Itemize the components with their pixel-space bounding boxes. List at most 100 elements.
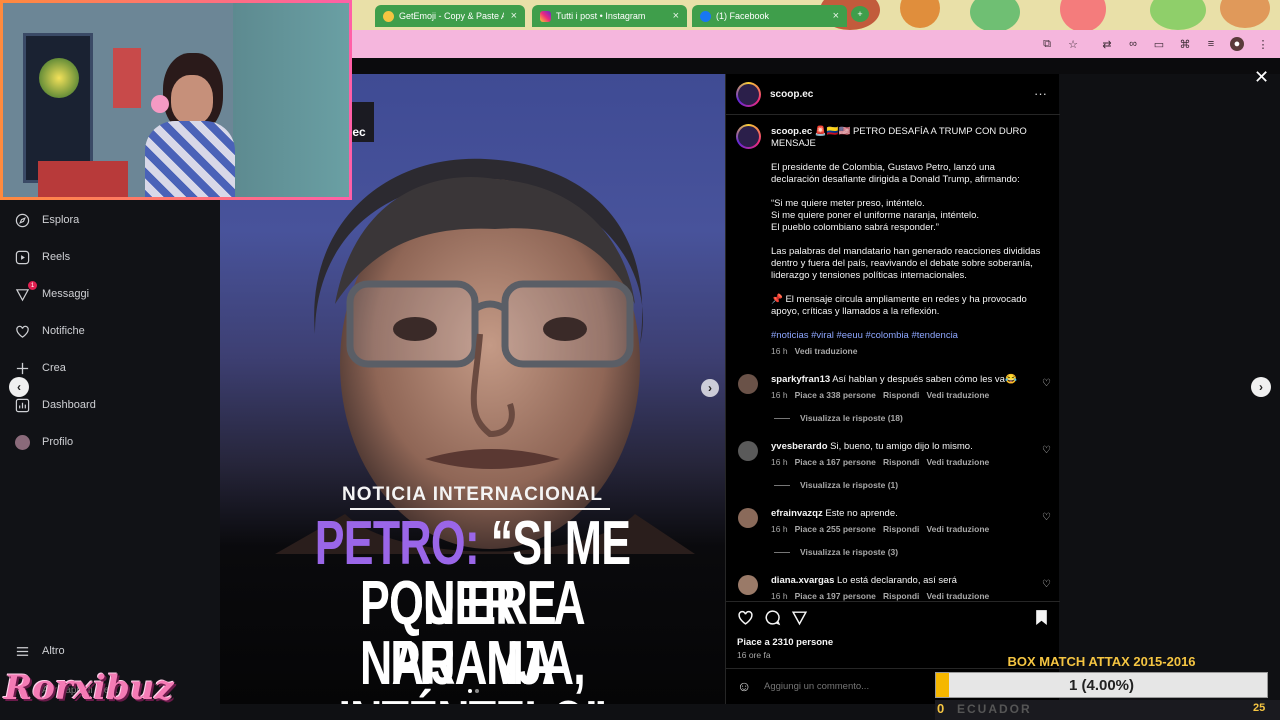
avatar[interactable] xyxy=(738,441,758,461)
list-item: diana.xvargas Lo está declarando, así se… xyxy=(736,573,1058,613)
comment-likes[interactable]: Piace a 197 persone xyxy=(795,591,876,601)
webcam-feed xyxy=(3,3,349,197)
comment-username[interactable]: diana.xvargas xyxy=(771,575,834,586)
avatar[interactable] xyxy=(738,508,758,528)
sidebar-item-crea[interactable]: Crea xyxy=(14,360,66,376)
comment-likes[interactable]: Piace a 338 persone xyxy=(795,390,876,400)
post-author-username[interactable]: scoop.ec xyxy=(770,89,813,100)
close-icon[interactable]: × xyxy=(673,10,679,22)
tab-facebook[interactable]: (1) Facebook × xyxy=(692,5,847,27)
sidebar-item-label: Esplora xyxy=(42,214,80,226)
sidebar-item-altro[interactable]: Altro xyxy=(14,643,65,659)
close-icon[interactable]: × xyxy=(511,10,517,22)
new-tab-button[interactable]: + xyxy=(851,6,869,22)
decor-shape xyxy=(1220,0,1270,28)
plus-icon xyxy=(14,360,30,376)
comment-time: 16 h xyxy=(771,390,788,400)
headline-name: PETRO: xyxy=(314,509,480,578)
close-icon[interactable]: × xyxy=(833,10,839,22)
sidebar-item-profilo[interactable]: Profilo xyxy=(14,434,73,450)
sidebar-item-esplora[interactable]: Esplora xyxy=(14,212,79,228)
reply-button[interactable]: Rispondi xyxy=(883,390,919,400)
like-heart-icon[interactable]: ♡ xyxy=(1042,512,1052,523)
menu-lines-icon xyxy=(14,643,30,659)
like-heart-icon[interactable]: ♡ xyxy=(1042,445,1052,456)
view-replies-label: Visualizza le risposte (3) xyxy=(800,547,899,557)
sidebar-item-dashboard[interactable]: Dashboard xyxy=(14,397,96,413)
facebook-icon xyxy=(700,10,711,22)
caption-username[interactable]: scoop.ec xyxy=(771,126,812,137)
heart-icon xyxy=(14,323,30,339)
prev-post-button[interactable]: ‹ xyxy=(9,377,29,397)
comment-username[interactable]: efrainvazqz xyxy=(771,508,823,519)
comments-list: sparkyfran13 Así hablan y después saben … xyxy=(736,372,1058,682)
avatar[interactable] xyxy=(736,124,761,149)
comment-username[interactable]: sparkyfran13 xyxy=(771,374,830,385)
emoji-icon xyxy=(383,10,394,22)
bookmark-star-icon[interactable]: ☆ xyxy=(1066,37,1080,51)
install-icon[interactable]: ⧉ xyxy=(1040,37,1054,51)
reply-button[interactable]: Rispondi xyxy=(883,524,919,534)
caption-paragraph: El presidente de Colombia, Gustavo Petro… xyxy=(771,162,1020,185)
see-translation-link[interactable]: Vedi traduzione xyxy=(926,457,989,467)
comment-icon[interactable] xyxy=(764,609,781,631)
reply-button[interactable]: Rispondi xyxy=(883,591,919,601)
webcam-overlay xyxy=(0,0,352,200)
ticker-bar: 0 ECUADOR 25 xyxy=(935,700,1280,720)
like-heart-icon[interactable] xyxy=(737,609,754,631)
sidebar-item-label: Messaggi xyxy=(42,288,90,300)
view-replies-button[interactable]: Visualizza le risposte (1) xyxy=(774,480,898,490)
caption-hashtags[interactable]: #noticias #viral #eeuu #colombia #tenden… xyxy=(771,330,1041,342)
comment-likes[interactable]: Piace a 255 persone xyxy=(795,524,876,534)
avatar[interactable] xyxy=(736,82,761,107)
more-options-icon[interactable]: ··· xyxy=(1034,86,1047,101)
see-translation-link[interactable]: Vedi traduzione xyxy=(926,390,989,400)
carousel-next-button[interactable]: › xyxy=(701,379,719,397)
instagram-icon xyxy=(540,10,551,22)
emoji-picker-icon[interactable]: ☺ xyxy=(737,678,751,694)
extension-icon[interactable]: ⌘ xyxy=(1178,37,1192,51)
avatar[interactable] xyxy=(738,575,758,595)
sidebar-item-messaggi[interactable]: 1 Messaggi xyxy=(14,281,90,302)
view-replies-button[interactable]: Visualizza le risposte (3) xyxy=(774,547,898,557)
comment-time: 16 h xyxy=(771,591,788,601)
comment-likes[interactable]: Piace a 167 persone xyxy=(795,457,876,467)
sidebar-item-reels[interactable]: Reels xyxy=(14,249,70,265)
menu-lines-icon[interactable]: ≡ xyxy=(1204,37,1218,51)
dashboard-icon xyxy=(14,397,30,413)
profile-icon xyxy=(14,434,30,450)
comment-text: Lo está declarando, así será xyxy=(837,575,957,586)
caption-quote-line: Si me quiere poner el uniforme naranja, … xyxy=(771,210,980,221)
reader-icon[interactable]: ▭ xyxy=(1152,37,1166,51)
streamer-name-overlay: Rorxibuz xyxy=(4,668,174,708)
post-details-panel: scoop.ec ··· scoop.ec 🚨🇨🇴🇺🇸 PETRO DESAFÍ… xyxy=(725,74,1060,704)
link-icon[interactable]: ∞ xyxy=(1126,37,1140,51)
see-translation-link[interactable]: Vedi traduzione xyxy=(795,346,858,356)
translate-icon[interactable]: ⇄ xyxy=(1100,37,1114,51)
comment-username[interactable]: yvesberardo xyxy=(771,441,828,452)
avatar[interactable]: ● xyxy=(1230,37,1244,51)
address-bar[interactable]: ⧉ ☆ ⇄ ∞ ▭ ⌘ ≡ ● ⋮ xyxy=(350,30,1280,58)
tab-getemoji[interactable]: GetEmoji - Copy & Paste All × xyxy=(375,5,525,27)
save-bookmark-icon[interactable] xyxy=(1034,609,1049,631)
share-icon[interactable] xyxy=(791,609,808,631)
close-icon[interactable]: ✕ xyxy=(1254,67,1269,88)
reply-button[interactable]: Rispondi xyxy=(883,457,919,467)
sidebar-item-notifiche[interactable]: Notifiche xyxy=(14,323,85,339)
caption-quote-line: El pueblo colombiano sabrá responder.” xyxy=(771,222,939,233)
view-replies-button[interactable]: Visualizza le risposte (18) xyxy=(774,413,903,423)
post-likes-count[interactable]: Piace a 2310 persone xyxy=(737,637,833,648)
see-translation-link[interactable]: Vedi traduzione xyxy=(926,524,989,534)
tab-instagram[interactable]: Tutti i post • Instagram × xyxy=(532,5,687,27)
caption-paragraph: Las palabras del mandatario han generado… xyxy=(771,246,1041,281)
comment-time: 16 h xyxy=(771,524,788,534)
view-replies-label: Visualizza le risposte (1) xyxy=(800,480,899,490)
ticker-right-count: 25 xyxy=(1253,702,1266,714)
next-post-button[interactable]: › xyxy=(1251,377,1271,397)
compass-icon xyxy=(14,212,30,228)
like-heart-icon[interactable]: ♡ xyxy=(1042,378,1052,389)
like-heart-icon[interactable]: ♡ xyxy=(1042,579,1052,590)
avatar[interactable] xyxy=(738,374,758,394)
kebab-menu-icon[interactable]: ⋮ xyxy=(1256,37,1270,51)
see-translation-link[interactable]: Vedi traduzione xyxy=(926,591,989,601)
